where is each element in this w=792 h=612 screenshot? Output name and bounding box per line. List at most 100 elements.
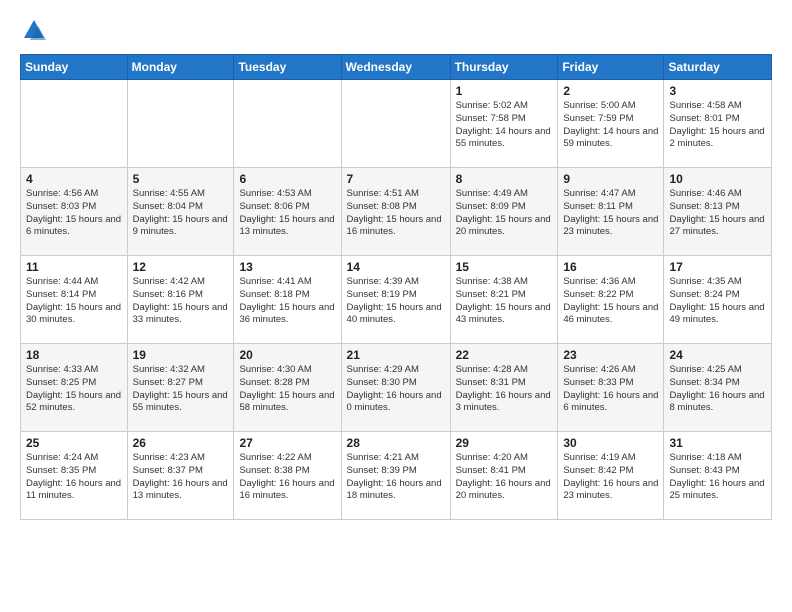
- day-number: 5: [133, 172, 229, 186]
- day-info: Sunrise: 4:24 AM Sunset: 8:35 PM Dayligh…: [26, 452, 122, 503]
- day-info: Sunrise: 4:41 AM Sunset: 8:18 PM Dayligh…: [239, 276, 335, 327]
- header: [20, 16, 772, 44]
- day-info: Sunrise: 4:26 AM Sunset: 8:33 PM Dayligh…: [563, 364, 658, 415]
- day-number: 1: [456, 84, 553, 98]
- day-number: 9: [563, 172, 658, 186]
- calendar-cell: 25Sunrise: 4:24 AM Sunset: 8:35 PM Dayli…: [21, 432, 128, 520]
- calendar-cell: 7 Sunrise: 4:51 AM Sunset: 8:08 PM Daylig…: [341, 168, 450, 256]
- calendar-cell: 21Sunrise: 4:29 AM Sunset: 8:30 PM Dayli…: [341, 344, 450, 432]
- calendar-cell: 5 Sunrise: 4:55 AM Sunset: 8:04 PM Daylig…: [127, 168, 234, 256]
- page: SundayMondayTuesdayWednesdayThursdayFrid…: [0, 0, 792, 612]
- day-number: 7: [347, 172, 445, 186]
- day-number: 6: [239, 172, 335, 186]
- calendar-cell: 18 Sunrise: 4:33 AM Sunset: 8:25 PM Dayli…: [21, 344, 128, 432]
- weekday-header: Saturday: [664, 55, 772, 80]
- calendar-cell: 13 Sunrise: 4:41 AM Sunset: 8:18 PM Dayli…: [234, 256, 341, 344]
- day-info: Sunrise: 4:25 AM Sunset: 8:34 PM Dayligh…: [669, 364, 766, 415]
- calendar-cell: 17Sunrise: 4:35 AM Sunset: 8:24 PM Dayli…: [664, 256, 772, 344]
- day-number: 18: [26, 348, 122, 362]
- day-info: Sunrise: 4:39 AM Sunset: 8:19 PM Dayligh…: [347, 276, 445, 327]
- day-info: Sunrise: 4:18 AM Sunset: 8:43 PM Dayligh…: [669, 452, 766, 503]
- weekday-header: Tuesday: [234, 55, 341, 80]
- calendar-week-row: 4 Sunrise: 4:56 AM Sunset: 8:03 PM Daylig…: [21, 168, 772, 256]
- calendar-cell: 30 Sunrise: 4:19 AM Sunset: 8:42 PM Dayli…: [558, 432, 664, 520]
- calendar-cell: 9 Sunrise: 4:47 AM Sunset: 8:11 PM Daylig…: [558, 168, 664, 256]
- day-info: Sunrise: 4:51 AM Sunset: 8:08 PM Dayligh…: [347, 188, 445, 239]
- day-info: Sunrise: 4:28 AM Sunset: 8:31 PM Dayligh…: [456, 364, 553, 415]
- day-number: 23: [563, 348, 658, 362]
- calendar-week-row: 11 Sunrise: 4:44 AM Sunset: 8:14 PM Dayli…: [21, 256, 772, 344]
- calendar-cell: 1Sunrise: 5:02 AM Sunset: 7:58 PM Daylig…: [450, 80, 558, 168]
- day-info: Sunrise: 4:56 AM Sunset: 8:03 PM Dayligh…: [26, 188, 122, 239]
- calendar-cell: 20 Sunrise: 4:30 AM Sunset: 8:28 PM Dayli…: [234, 344, 341, 432]
- day-number: 11: [26, 260, 122, 274]
- day-number: 3: [669, 84, 766, 98]
- day-number: 19: [133, 348, 229, 362]
- calendar-cell: [127, 80, 234, 168]
- calendar-week-row: 25Sunrise: 4:24 AM Sunset: 8:35 PM Dayli…: [21, 432, 772, 520]
- day-info: Sunrise: 4:53 AM Sunset: 8:06 PM Dayligh…: [239, 188, 335, 239]
- day-info: Sunrise: 4:47 AM Sunset: 8:11 PM Dayligh…: [563, 188, 658, 239]
- calendar-cell: 26 Sunrise: 4:23 AM Sunset: 8:37 PM Dayli…: [127, 432, 234, 520]
- day-number: 22: [456, 348, 553, 362]
- day-info: Sunrise: 4:55 AM Sunset: 8:04 PM Dayligh…: [133, 188, 229, 239]
- day-info: Sunrise: 4:44 AM Sunset: 8:14 PM Dayligh…: [26, 276, 122, 327]
- weekday-header: Thursday: [450, 55, 558, 80]
- calendar-table: SundayMondayTuesdayWednesdayThursdayFrid…: [20, 54, 772, 520]
- day-number: 13: [239, 260, 335, 274]
- calendar-cell: 4 Sunrise: 4:56 AM Sunset: 8:03 PM Daylig…: [21, 168, 128, 256]
- weekday-header: Sunday: [21, 55, 128, 80]
- calendar-cell: 24 Sunrise: 4:25 AM Sunset: 8:34 PM Dayli…: [664, 344, 772, 432]
- day-number: 30: [563, 436, 658, 450]
- calendar-cell: [234, 80, 341, 168]
- logo: [20, 16, 52, 44]
- day-number: 12: [133, 260, 229, 274]
- weekday-header: Monday: [127, 55, 234, 80]
- day-number: 8: [456, 172, 553, 186]
- day-info: Sunrise: 4:33 AM Sunset: 8:25 PM Dayligh…: [26, 364, 122, 415]
- day-info: Sunrise: 4:36 AM Sunset: 8:22 PM Dayligh…: [563, 276, 658, 327]
- day-number: 2: [563, 84, 658, 98]
- calendar-cell: 16Sunrise: 4:36 AM Sunset: 8:22 PM Dayli…: [558, 256, 664, 344]
- day-info: Sunrise: 4:38 AM Sunset: 8:21 PM Dayligh…: [456, 276, 553, 327]
- day-number: 20: [239, 348, 335, 362]
- day-number: 10: [669, 172, 766, 186]
- day-info: Sunrise: 4:30 AM Sunset: 8:28 PM Dayligh…: [239, 364, 335, 415]
- day-info: Sunrise: 4:21 AM Sunset: 8:39 PM Dayligh…: [347, 452, 445, 503]
- day-info: Sunrise: 4:32 AM Sunset: 8:27 PM Dayligh…: [133, 364, 229, 415]
- calendar-cell: 10Sunrise: 4:46 AM Sunset: 8:13 PM Dayli…: [664, 168, 772, 256]
- calendar-cell: 27Sunrise: 4:22 AM Sunset: 8:38 PM Dayli…: [234, 432, 341, 520]
- calendar-cell: 6 Sunrise: 4:53 AM Sunset: 8:06 PM Daylig…: [234, 168, 341, 256]
- logo-icon: [20, 16, 48, 44]
- calendar-cell: 15 Sunrise: 4:38 AM Sunset: 8:21 PM Dayli…: [450, 256, 558, 344]
- weekday-header: Wednesday: [341, 55, 450, 80]
- calendar-cell: 19 Sunrise: 4:32 AM Sunset: 8:27 PM Dayli…: [127, 344, 234, 432]
- day-number: 14: [347, 260, 445, 274]
- day-number: 15: [456, 260, 553, 274]
- calendar-cell: 29 Sunrise: 4:20 AM Sunset: 8:41 PM Dayli…: [450, 432, 558, 520]
- day-info: Sunrise: 4:22 AM Sunset: 8:38 PM Dayligh…: [239, 452, 335, 503]
- calendar-cell: [21, 80, 128, 168]
- day-info: Sunrise: 5:00 AM Sunset: 7:59 PM Dayligh…: [563, 100, 658, 151]
- day-info: Sunrise: 4:42 AM Sunset: 8:16 PM Dayligh…: [133, 276, 229, 327]
- day-number: 31: [669, 436, 766, 450]
- day-number: 17: [669, 260, 766, 274]
- calendar-week-row: 1Sunrise: 5:02 AM Sunset: 7:58 PM Daylig…: [21, 80, 772, 168]
- day-number: 28: [347, 436, 445, 450]
- day-number: 21: [347, 348, 445, 362]
- day-info: Sunrise: 4:58 AM Sunset: 8:01 PM Dayligh…: [669, 100, 766, 151]
- calendar-cell: 2 Sunrise: 5:00 AM Sunset: 7:59 PM Daylig…: [558, 80, 664, 168]
- day-info: Sunrise: 4:20 AM Sunset: 8:41 PM Dayligh…: [456, 452, 553, 503]
- day-number: 26: [133, 436, 229, 450]
- day-number: 29: [456, 436, 553, 450]
- calendar-cell: 28 Sunrise: 4:21 AM Sunset: 8:39 PM Dayli…: [341, 432, 450, 520]
- calendar-cell: 22 Sunrise: 4:28 AM Sunset: 8:31 PM Dayli…: [450, 344, 558, 432]
- day-number: 4: [26, 172, 122, 186]
- calendar-cell: 8Sunrise: 4:49 AM Sunset: 8:09 PM Daylig…: [450, 168, 558, 256]
- calendar-cell: 11 Sunrise: 4:44 AM Sunset: 8:14 PM Dayli…: [21, 256, 128, 344]
- calendar-cell: 23 Sunrise: 4:26 AM Sunset: 8:33 PM Dayli…: [558, 344, 664, 432]
- day-number: 24: [669, 348, 766, 362]
- calendar-cell: 3 Sunrise: 4:58 AM Sunset: 8:01 PM Daylig…: [664, 80, 772, 168]
- day-info: Sunrise: 4:23 AM Sunset: 8:37 PM Dayligh…: [133, 452, 229, 503]
- day-info: Sunrise: 4:19 AM Sunset: 8:42 PM Dayligh…: [563, 452, 658, 503]
